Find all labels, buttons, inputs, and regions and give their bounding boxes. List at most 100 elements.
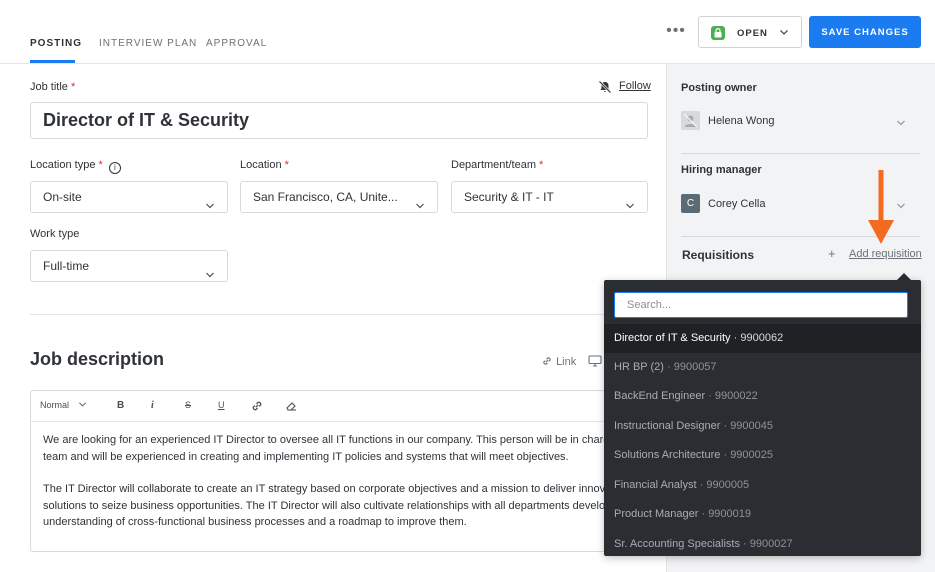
avatar: C (681, 194, 700, 213)
tab-posting[interactable]: POSTING (30, 38, 82, 49)
description-line: The IT Director will collaborate to crea… (43, 483, 629, 495)
department-select[interactable]: Security & IT - IT (451, 181, 648, 213)
requisition-option[interactable]: Solutions Architecture · 9900025 (604, 441, 921, 470)
follow-link[interactable]: Follow (598, 80, 651, 94)
location-type-select[interactable]: On-site (30, 181, 228, 213)
sidebar-divider (681, 153, 920, 154)
location-value: San Francisco, CA, Unite... (253, 190, 398, 204)
requisition-name: Solutions Architecture (614, 449, 721, 461)
requisition-name: Financial Analyst (614, 479, 697, 491)
description-line: team and will be experienced in creating… (43, 450, 569, 463)
tab-approval[interactable]: APPROVAL (206, 38, 267, 49)
location-type-value: On-site (43, 190, 82, 204)
hiring-manager-name: Corey Cella (708, 198, 766, 210)
link-label: Link (556, 356, 577, 368)
requisition-code: 9900045 (730, 420, 774, 432)
chevron-down-icon (415, 192, 425, 222)
required-mark: * (284, 159, 289, 171)
requisition-code: 9900057 (673, 361, 717, 373)
requisition-code: 9900019 (708, 508, 752, 520)
description-paragraph: We are looking for an experienced IT Dir… (43, 432, 643, 465)
location-label-text: Location (240, 159, 282, 171)
lock-icon (711, 26, 725, 40)
requisition-option[interactable]: Financial Analyst · 9900005 (604, 471, 921, 500)
description-line: We are looking for an experienced IT Dir… (43, 434, 628, 446)
location-select[interactable]: San Francisco, CA, Unite... (240, 181, 438, 213)
add-requisition-label: Add requisition (849, 248, 922, 260)
chevron-down-icon (205, 261, 215, 291)
requisition-code: 9900027 (749, 538, 793, 550)
department-label-text: Department/team (451, 159, 536, 171)
location-type-label: Location type * i (30, 159, 121, 174)
requisition-search-input[interactable]: Search... (614, 292, 908, 318)
requisition-option[interactable]: Product Manager · 9900019 (604, 500, 921, 529)
posting-owner-name: Helena Wong (708, 115, 775, 127)
status-dropdown[interactable]: OPEN (698, 16, 802, 48)
bold-button[interactable]: B (117, 400, 124, 411)
description-editor[interactable]: Normal B i S U We are looking for an exp… (30, 390, 648, 552)
chevron-down-icon (896, 115, 906, 133)
requisition-name: HR BP (2) (614, 361, 664, 373)
editor-toolbar: Normal B i S U (31, 391, 647, 422)
status-label: OPEN (737, 28, 768, 39)
department-label: Department/team * (451, 159, 543, 171)
format-value: Normal (40, 400, 70, 410)
department-value: Security & IT - IT (464, 190, 554, 204)
strikethrough-button[interactable]: S (185, 400, 191, 410)
insert-link-icon[interactable] (250, 399, 264, 416)
required-mark: * (98, 159, 103, 171)
description-line: solutions to seize business opportunitie… (43, 499, 620, 512)
requisition-name: Sr. Accounting Specialists (614, 538, 740, 550)
requisition-code: 9900022 (714, 390, 758, 402)
italic-button[interactable]: i (151, 400, 154, 411)
requisition-dropdown: Search... Director of IT & Security · 99… (604, 280, 921, 556)
save-changes-button[interactable]: SAVE CHANGES (809, 16, 921, 48)
job-title-label: Job title * (30, 81, 75, 93)
editor-content[interactable]: We are looking for an experienced IT Dir… (43, 432, 643, 547)
job-description-title: Job description (30, 349, 165, 369)
posting-owner-select[interactable]: Helena Wong (681, 111, 920, 133)
requisition-option[interactable]: HR BP (2) · 9900057 (604, 353, 921, 382)
work-type-label: Work type (30, 228, 80, 240)
requisition-option[interactable]: Sr. Accounting Specialists · 9900027 (604, 530, 921, 556)
top-bar: POSTING INTERVIEW PLAN APPROVAL ••• OPEN… (0, 0, 935, 64)
requisition-code: 9900005 (706, 479, 750, 491)
avatar (681, 111, 700, 130)
more-options-button[interactable]: ••• (664, 20, 688, 44)
requisition-name: Director of IT & Security (614, 332, 731, 344)
link-icon (543, 357, 551, 365)
requisition-code: 9900025 (730, 449, 774, 461)
location-label: Location * (240, 159, 289, 171)
requisition-option[interactable]: Instructional Designer · 9900045 (604, 412, 921, 441)
required-mark: * (70, 81, 76, 93)
follow-label: Follow (619, 80, 651, 92)
chevron-down-icon (78, 402, 86, 407)
info-icon[interactable]: i (108, 162, 121, 174)
chevron-down-icon (896, 198, 906, 216)
monitor-icon[interactable] (588, 354, 602, 372)
job-title-input[interactable]: Director of IT & Security (30, 102, 648, 139)
requisition-name: Product Manager (614, 508, 699, 520)
requisition-name: BackEnd Engineer (614, 390, 706, 402)
work-type-select[interactable]: Full-time (30, 250, 228, 282)
required-mark: * (539, 159, 544, 171)
clear-format-icon[interactable] (284, 399, 298, 416)
tab-interview-plan[interactable]: INTERVIEW PLAN (99, 38, 197, 49)
requisition-name: Instructional Designer (614, 420, 721, 432)
requisition-code: 9900062 (740, 332, 784, 344)
format-select[interactable]: Normal (40, 400, 87, 410)
chevron-down-icon (778, 25, 790, 43)
requisition-option[interactable]: Director of IT & Security · 9900062 (604, 324, 921, 353)
posting-owner-label: Posting owner (681, 82, 757, 94)
requisition-option[interactable]: BackEnd Engineer · 9900022 (604, 382, 921, 411)
work-type-value: Full-time (43, 259, 90, 273)
bell-off-icon (598, 80, 612, 94)
plus-icon: + (828, 246, 836, 261)
active-tab-indicator (30, 60, 75, 63)
section-divider (30, 314, 648, 315)
chevron-down-icon (625, 192, 635, 222)
requisitions-title: Requisitions (682, 248, 755, 262)
chevron-down-icon (205, 192, 215, 222)
link-button[interactable]: Link (541, 355, 576, 368)
underline-button[interactable]: U (218, 400, 225, 410)
